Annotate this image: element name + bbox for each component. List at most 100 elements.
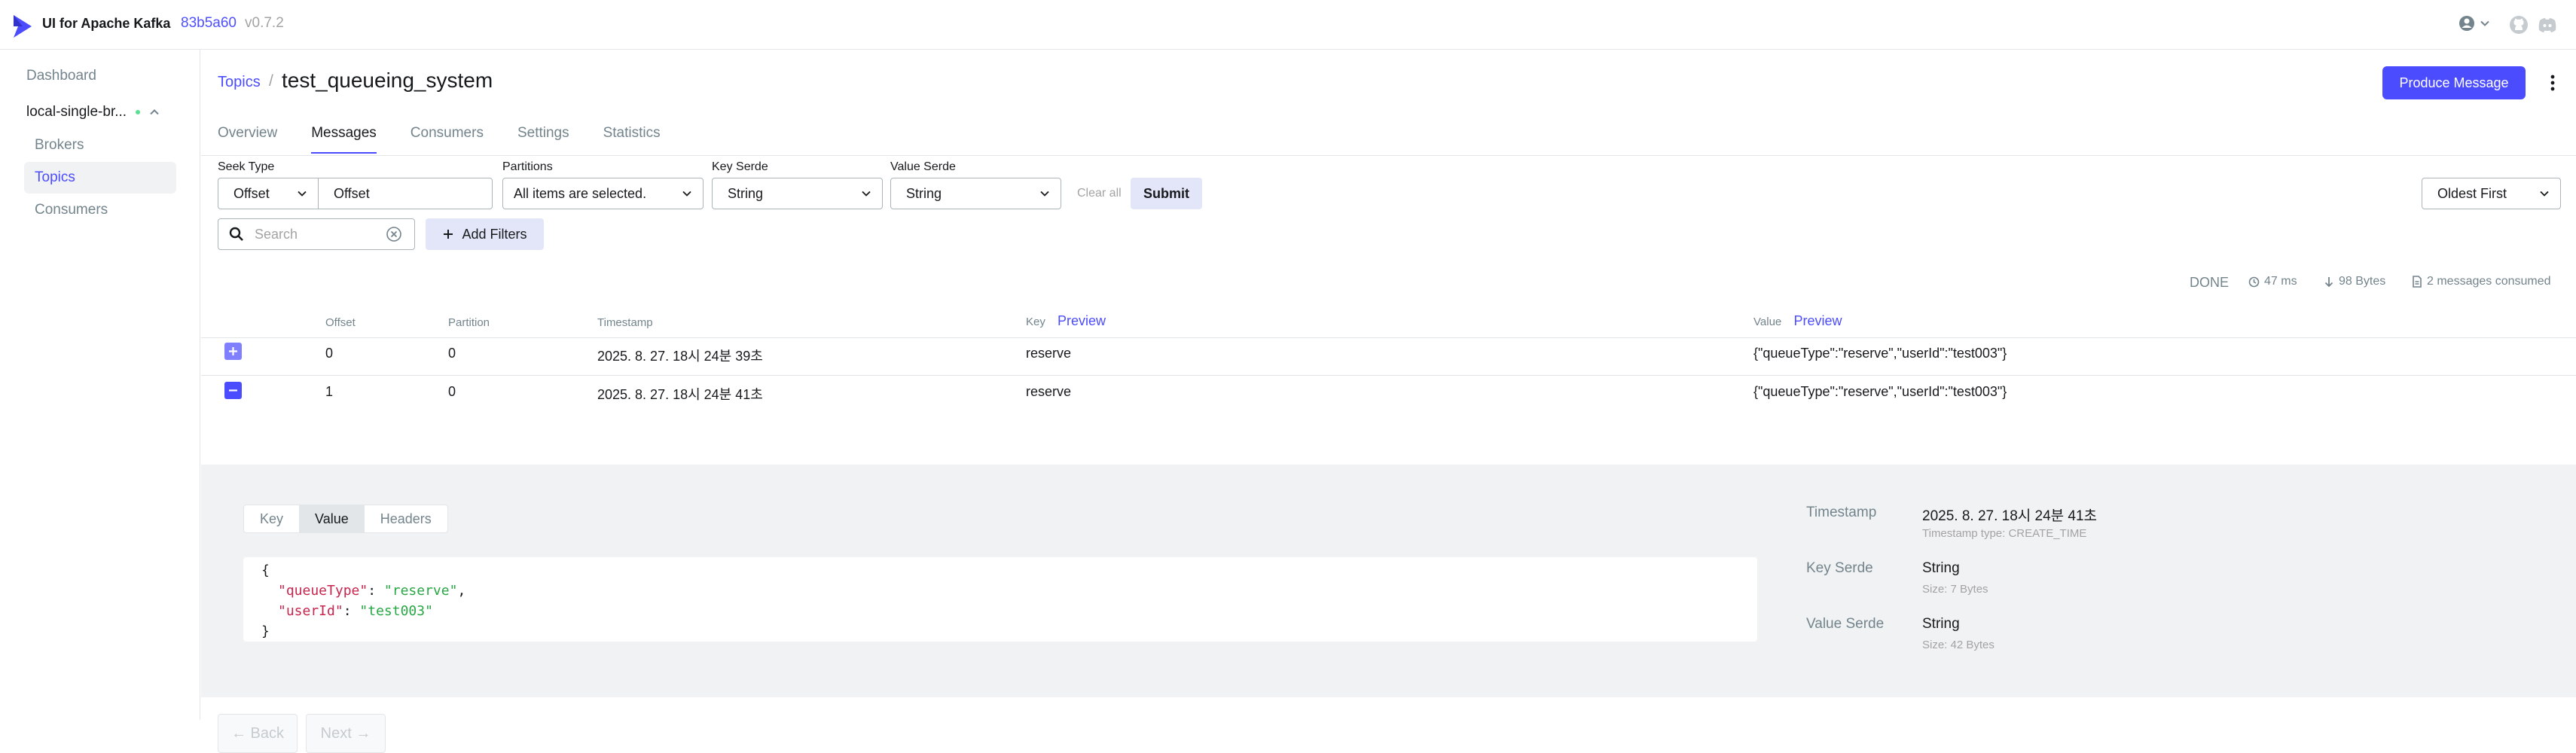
discord-icon[interactable] (2537, 14, 2558, 35)
detail-timestamp-value: 2025. 8. 27. 18시 24분 41초 (1922, 508, 2098, 524)
sort-order-value: Oldest First (2437, 185, 2507, 201)
produce-message-button[interactable]: Produce Message (2382, 66, 2526, 99)
clear-all-button[interactable]: Clear all (1077, 187, 1122, 200)
column-header-key: Key Preview (1026, 313, 1106, 329)
detail-tab-headers[interactable]: Headers (365, 505, 447, 532)
json-value: "test003" (359, 603, 433, 619)
elapsed-time: 47 ms (2248, 275, 2297, 288)
tab-messages[interactable]: Messages (311, 122, 377, 154)
detail-key-size: Size: 7 Bytes (1922, 583, 1988, 596)
json-key: "userId" (278, 603, 343, 619)
column-header-partition: Partition (448, 316, 490, 329)
key-serde-label: Key Serde (712, 160, 768, 173)
expand-row-button[interactable] (224, 343, 242, 360)
detail-value-serde-label: Value Serde (1806, 616, 1885, 632)
clear-search-icon[interactable] (386, 226, 402, 242)
minus-icon (229, 389, 237, 392)
sidebar-item-brokers[interactable]: Brokers (24, 130, 176, 161)
value-preview-link[interactable]: Preview (1793, 313, 1842, 328)
messages-consumed: 2 messages consumed (2412, 275, 2551, 288)
value-serde-value: String (906, 185, 942, 201)
sort-order-select[interactable]: Oldest First (2422, 178, 2561, 209)
tab-overview[interactable]: Overview (218, 122, 277, 154)
clock-icon (2248, 276, 2260, 287)
breadcrumb-topics-link[interactable]: Topics (218, 74, 261, 91)
partitions-label: Partitions (502, 160, 553, 173)
detail-timestamp-label: Timestamp (1806, 505, 1877, 520)
sidebar-item-dashboard[interactable]: Dashboard (24, 60, 176, 92)
plus-icon (229, 347, 237, 355)
page-title: test_queueing_system (282, 69, 493, 92)
chevron-down-icon (862, 191, 871, 197)
user-avatar-icon (2459, 16, 2474, 31)
row-timestamp: 2025. 8. 27. 18시 24분 39초 (597, 349, 763, 364)
chevron-down-icon (1040, 191, 1049, 197)
key-serde-value: String (728, 185, 764, 201)
tab-consumers[interactable]: Consumers (411, 122, 484, 154)
user-menu[interactable] (2458, 15, 2490, 32)
sidebar-item-cluster[interactable]: local-single-br... (24, 96, 176, 128)
main-content: Topics / test_queueing_system Produce Me… (201, 50, 2576, 753)
json-close-brace: } (261, 623, 270, 639)
sidebar-item-label: Dashboard (26, 68, 96, 84)
row-offset: 0 (325, 346, 334, 361)
search-input[interactable]: Search (255, 227, 383, 242)
kafka-logo-icon[interactable] (11, 14, 35, 39)
cluster-name: local-single-br... (26, 104, 127, 120)
document-icon (2413, 276, 2422, 288)
more-options-icon[interactable] (2547, 69, 2559, 96)
json-value: "reserve" (383, 583, 458, 599)
seek-type-value: Offset (233, 185, 270, 201)
plus-icon (444, 230, 453, 239)
add-filters-label: Add Filters (462, 226, 527, 242)
detail-value-serde-value: String (1922, 616, 1960, 632)
seek-type-label: Seek Type (218, 160, 275, 173)
key-serde-select[interactable]: String (712, 178, 883, 209)
bytes-consumed: 98 Bytes (2324, 275, 2385, 288)
sidebar-item-topics[interactable]: Topics (24, 162, 176, 194)
messages-consumed-value: 2 messages consumed (2427, 275, 2551, 288)
sidebar-item-consumers[interactable]: Consumers (24, 194, 176, 226)
detail-tab-key[interactable]: Key (244, 505, 299, 532)
github-icon[interactable] (2508, 14, 2529, 35)
sidebar-item-label: Consumers (35, 202, 108, 218)
detail-tab-value[interactable]: Value (299, 505, 365, 532)
column-header-value: Value Preview (1753, 313, 1842, 329)
chevron-up-icon[interactable] (149, 107, 160, 117)
json-open-brace: { (261, 562, 270, 578)
chevron-down-icon (2540, 191, 2549, 197)
tab-settings[interactable]: Settings (517, 122, 569, 154)
partitions-select[interactable]: All items are selected. (502, 178, 704, 209)
tab-statistics[interactable]: Statistics (603, 122, 661, 154)
sidebar: Dashboard local-single-br... Brokers Top… (0, 50, 200, 720)
arrow-down-icon (2324, 276, 2333, 287)
column-header-offset: Offset (325, 316, 356, 329)
value-serde-select[interactable]: String (890, 178, 1061, 209)
row-key: reserve (1026, 384, 1072, 399)
top-bar: UI for Apache Kafka 83b5a60 v0.7.2 (0, 0, 2576, 50)
consume-status: DONE (2190, 275, 2230, 290)
elapsed-time-value: 47 ms (2264, 275, 2297, 288)
offset-input[interactable]: Offset (318, 178, 493, 209)
version-hash-link[interactable]: 83b5a60 (181, 15, 237, 32)
row-value: {"queueType":"reserve","userId":"test003… (1753, 384, 2007, 399)
message-json-viewer[interactable]: { "queueType": "reserve", "userId": "tes… (243, 557, 1757, 642)
json-key: "queueType" (278, 583, 368, 599)
row-key: reserve (1026, 346, 1072, 361)
column-header-key-label: Key (1026, 316, 1045, 328)
key-preview-link[interactable]: Preview (1058, 313, 1106, 328)
collapse-row-button[interactable] (224, 382, 242, 399)
cluster-status-dot (136, 110, 141, 114)
bytes-consumed-value: 98 Bytes (2339, 275, 2386, 288)
tabs-divider (201, 155, 2576, 156)
submit-button[interactable]: Submit (1131, 178, 1202, 209)
detail-value-size: Size: 42 Bytes (1922, 639, 1995, 651)
row-partition: 0 (448, 384, 456, 399)
row-timestamp: 2025. 8. 27. 18시 24분 41초 (597, 387, 763, 402)
add-filters-button[interactable]: Add Filters (426, 218, 544, 250)
search-field[interactable]: Search (218, 218, 415, 250)
seek-type-select[interactable]: Offset (218, 178, 319, 209)
search-icon (229, 227, 243, 241)
topic-tabs: Overview Messages Consumers Settings Sta… (218, 122, 694, 154)
app-brand[interactable]: UI for Apache Kafka (42, 16, 170, 32)
